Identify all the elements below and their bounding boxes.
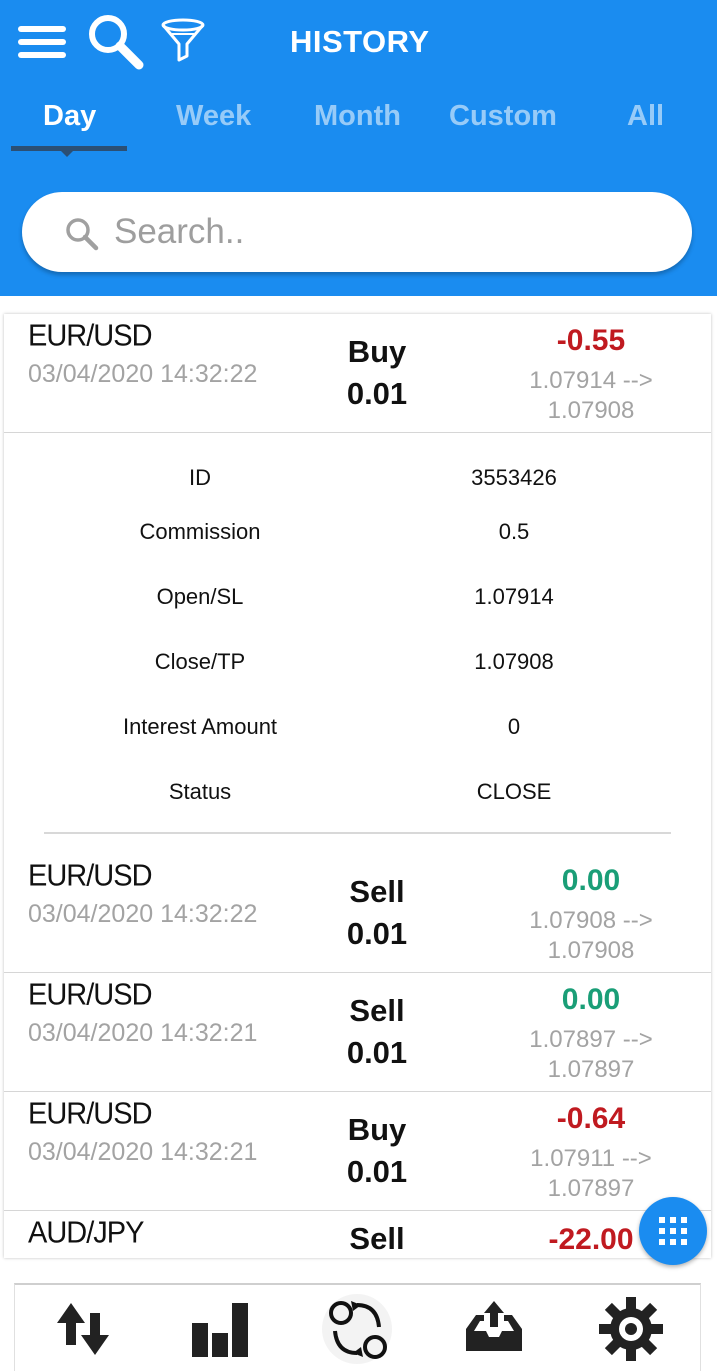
trade-prices: 1.07897 --> 1.07897	[491, 1025, 691, 1085]
trade-side: Sell	[349, 993, 405, 1028]
grid-menu-button[interactable]	[639, 1197, 707, 1265]
trade-history-list[interactable]: EUR/USD 03/04/2020 14:32:22 Buy 0.01 -0.…	[4, 314, 711, 1258]
trade-side: Buy	[347, 1112, 407, 1147]
app-header: HISTORY Day Week Month Custom All	[0, 0, 717, 296]
trade-arrows-icon	[57, 1303, 109, 1355]
menu-icon[interactable]	[18, 24, 66, 60]
trade-lot: 0.01	[346, 1154, 408, 1189]
trade-lot: 0.01	[346, 376, 408, 411]
detail-row-commission: Commission 0.5	[4, 519, 711, 549]
trade-row[interactable]: EUR/USD 03/04/2020 14:32:21 Sell 0.01 0.…	[4, 973, 711, 1092]
detail-row-close-tp: Close/TP 1.07908	[4, 649, 711, 679]
trade-prices: 1.07908 --> 1.07908	[491, 906, 691, 966]
trade-side: Sell	[349, 874, 405, 909]
trade-symbol: EUR/USD	[28, 859, 153, 893]
active-tab-notch	[60, 150, 74, 157]
trade-price-close: 1.07897	[547, 1056, 635, 1083]
detail-row-interest: Interest Amount 0	[4, 714, 711, 744]
trade-side: Buy	[347, 334, 407, 369]
trade-datetime: 03/04/2020 14:32:22	[28, 360, 258, 388]
nav-history[interactable]	[321, 1293, 393, 1365]
trade-datetime: 03/04/2020 14:32:21	[28, 1138, 258, 1166]
page-title: HISTORY	[290, 24, 430, 59]
tab-custom[interactable]: Custom	[449, 100, 557, 133]
detail-label: Status	[168, 779, 232, 804]
trade-datetime: 03/04/2020 14:32:21	[28, 1019, 258, 1047]
gear-icon	[599, 1297, 663, 1361]
detail-label: Interest Amount	[122, 714, 278, 739]
nav-deposit[interactable]	[458, 1293, 530, 1365]
trade-row[interactable]: EUR/USD 03/04/2020 14:32:22 Buy 0.01 -0.…	[4, 314, 711, 433]
trade-profit: 0.00	[561, 864, 621, 897]
trade-details-panel: ID 3553426 Commission 0.5 Open/SL 1.0791…	[4, 433, 711, 834]
trade-profit: 0.00	[561, 983, 621, 1016]
trade-side: Sell	[349, 1221, 405, 1256]
trade-symbol: EUR/USD	[28, 1097, 153, 1131]
period-tabs: Day Week Month Custom All	[0, 100, 717, 160]
detail-label: Commission	[139, 519, 261, 544]
detail-label: Close/TP	[154, 649, 246, 674]
grid-icon	[659, 1217, 687, 1245]
trade-profit: -0.55	[556, 324, 626, 357]
trade-prices: 1.07914 --> 1.07908	[491, 366, 691, 426]
search-bar[interactable]	[22, 192, 692, 272]
trade-price-open: 1.07908 -->	[529, 907, 653, 934]
detail-row-status: Status CLOSE	[4, 779, 711, 809]
detail-row-id: ID 3553426	[4, 465, 711, 495]
detail-value: 1.07908	[474, 649, 554, 674]
detail-row-open-sl: Open/SL 1.07914	[4, 584, 711, 614]
detail-value: 3553426	[471, 465, 557, 490]
tab-month[interactable]: Month	[314, 100, 401, 133]
trade-price-open: 1.07914 -->	[529, 367, 653, 394]
tab-day[interactable]: Day	[43, 100, 96, 133]
filter-icon[interactable]	[160, 18, 206, 64]
trade-price-open: 1.07911 -->	[530, 1145, 652, 1172]
trade-profit: -0.64	[556, 1102, 626, 1135]
detail-value: CLOSE	[476, 779, 552, 804]
trade-price-open: 1.07897 -->	[529, 1026, 653, 1053]
detail-value: 0	[507, 714, 521, 739]
detail-label: ID	[189, 465, 211, 490]
detail-value: 1.07914	[474, 584, 554, 609]
nav-trade[interactable]	[47, 1293, 119, 1365]
trade-symbol: EUR/USD	[28, 978, 153, 1012]
trade-prices: 1.07911 --> 1.07897	[491, 1144, 691, 1204]
search-input[interactable]	[114, 202, 654, 262]
bottom-navigation	[14, 1283, 701, 1371]
tab-week[interactable]: Week	[176, 100, 251, 133]
tab-all[interactable]: All	[627, 100, 664, 133]
trade-symbol: AUD/JPY	[28, 1216, 144, 1250]
trade-datetime: 03/04/2020 14:32:22	[28, 900, 258, 928]
trade-price-close: 1.07908	[547, 397, 635, 424]
inbox-upload-icon	[466, 1301, 522, 1351]
nav-charts[interactable]	[184, 1293, 256, 1365]
detail-label: Open/SL	[156, 584, 244, 609]
bar-chart-icon	[192, 1303, 248, 1357]
trade-row[interactable]: EUR/USD 03/04/2020 14:32:22 Sell 0.01 0.…	[4, 854, 711, 973]
history-cycle-icon	[322, 1294, 392, 1364]
search-field-icon	[66, 218, 99, 251]
trade-symbol: EUR/USD	[28, 319, 153, 353]
trade-row[interactable]: AUD/JPY Sell -22.00	[4, 1211, 711, 1258]
details-divider	[44, 832, 671, 834]
trade-lot: 0.01	[346, 1035, 408, 1070]
trade-price-close: 1.07908	[547, 937, 635, 964]
detail-value: 0.5	[498, 519, 530, 544]
search-icon[interactable]	[86, 12, 146, 72]
nav-settings[interactable]	[595, 1293, 667, 1365]
trade-lot: 0.01	[346, 916, 408, 951]
trade-row[interactable]: EUR/USD 03/04/2020 14:32:21 Buy 0.01 -0.…	[4, 1092, 711, 1211]
